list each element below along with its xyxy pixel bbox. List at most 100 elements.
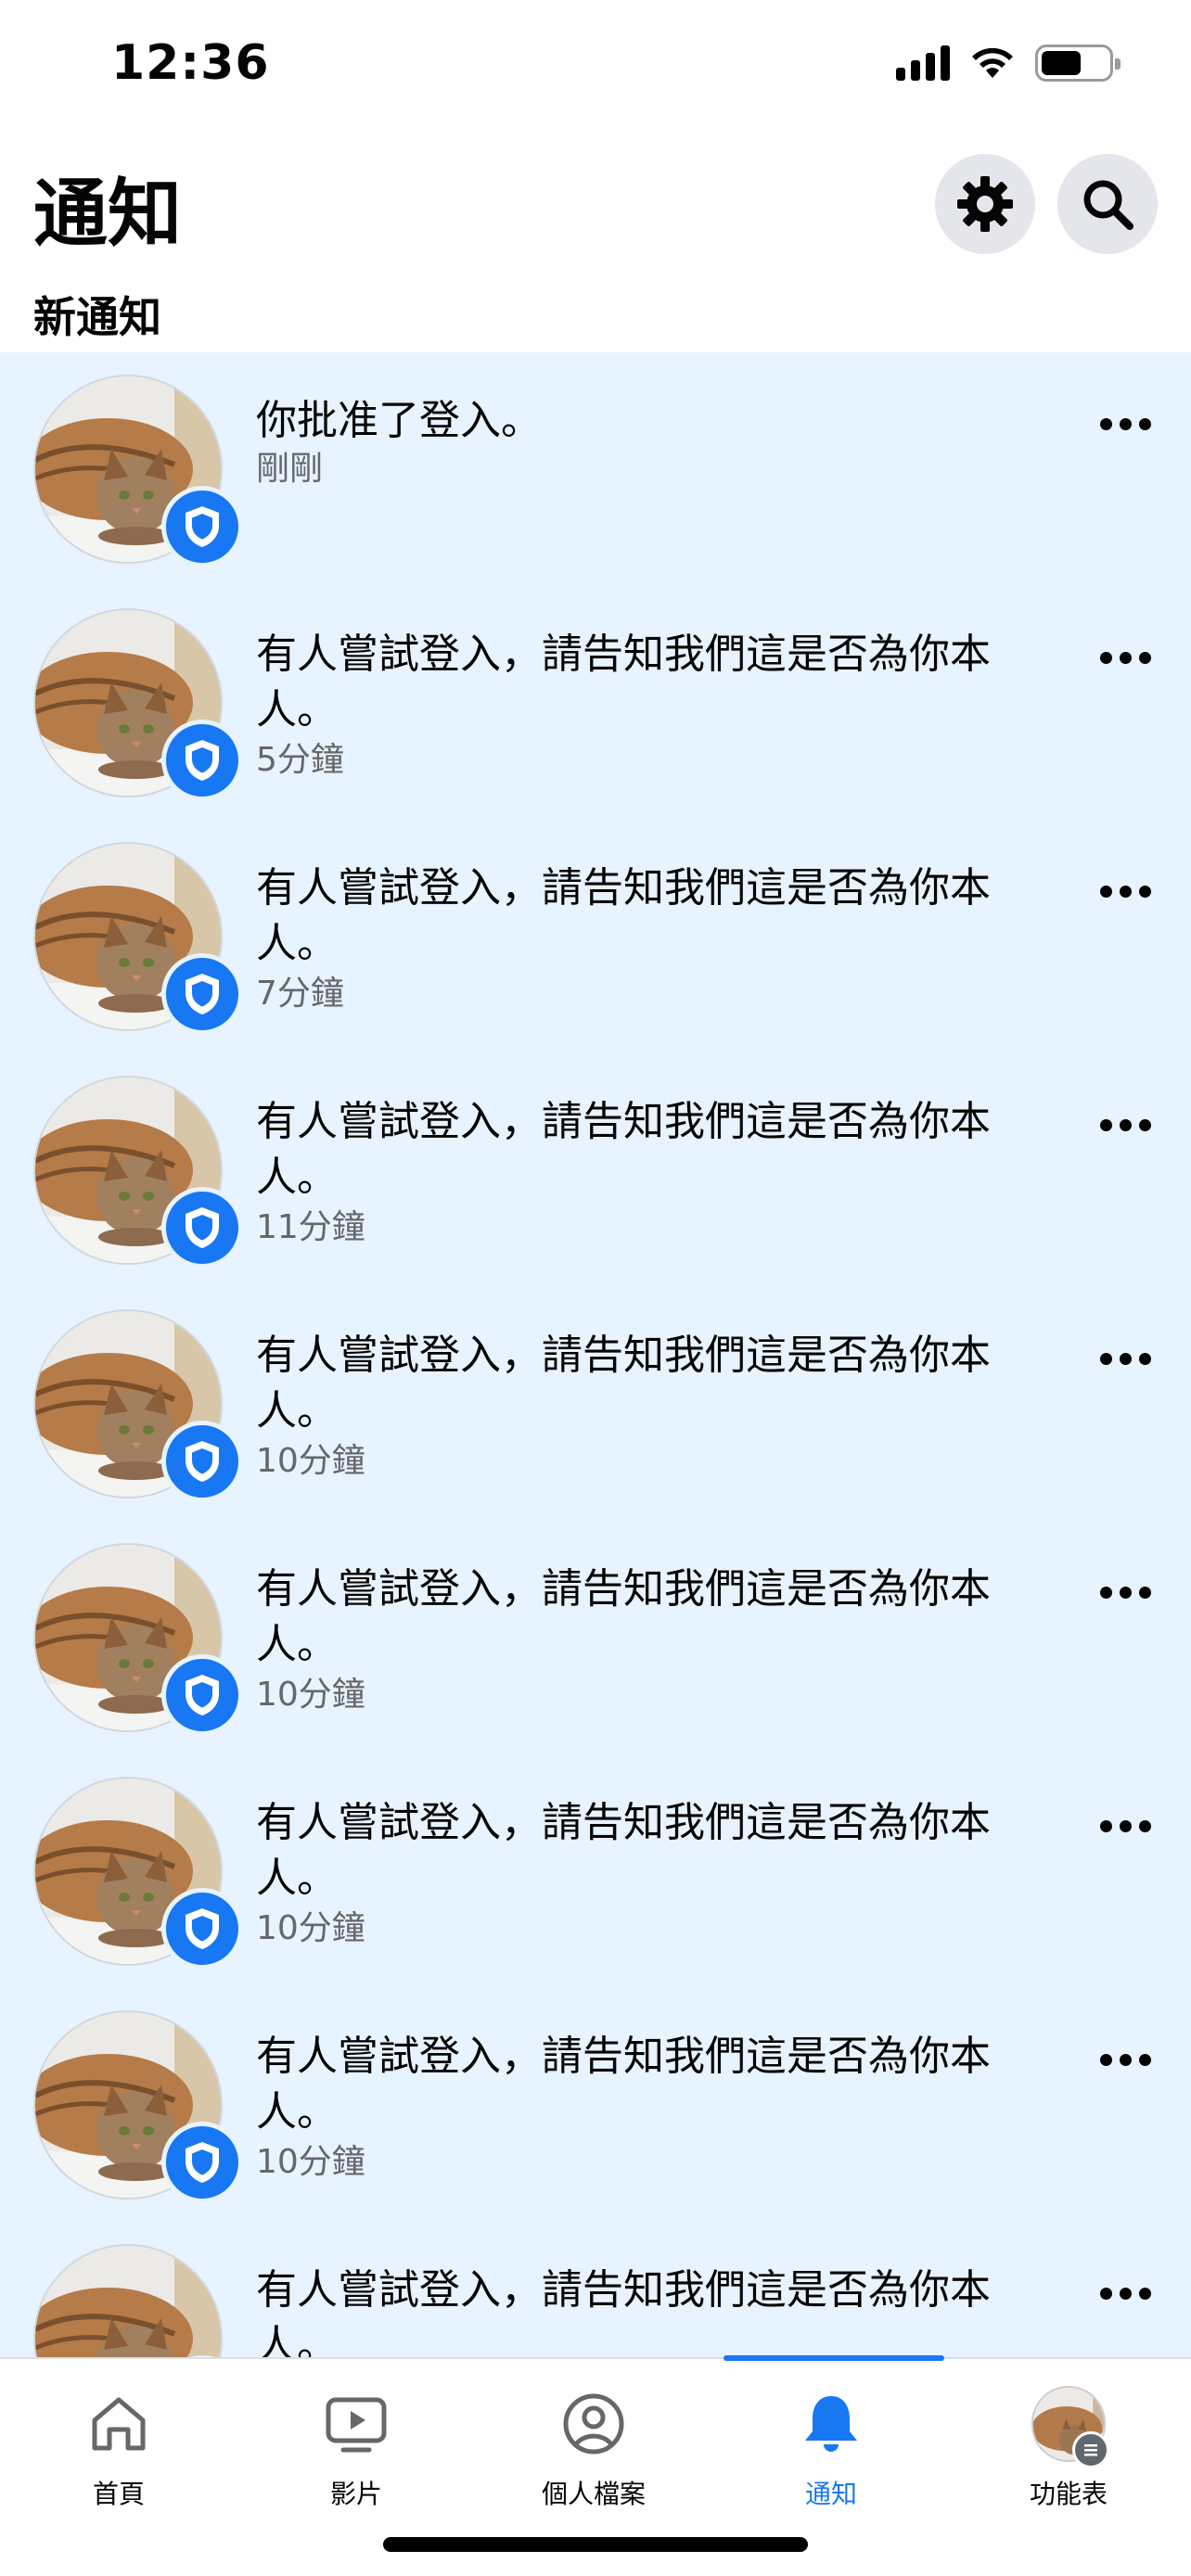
- more-dot: [1138, 1118, 1151, 1131]
- battery-icon: [1035, 45, 1121, 82]
- more-dot: [1099, 1352, 1112, 1365]
- notification-text: 有人嘗試登入，請告知我們這是否為你本人。: [256, 1799, 991, 1902]
- notification-item[interactable]: 有人嘗試登入，請告知我們這是否為你本人。 5分鐘: [0, 586, 1191, 820]
- page-title: 通知: [33, 171, 182, 257]
- more-options-button[interactable]: [1083, 1335, 1167, 1382]
- more-dot: [1119, 417, 1132, 430]
- notification-avatar-wrap: [33, 2244, 243, 2357]
- notification-item[interactable]: 有人嘗試登入，請告知我們這是否為你本人。 10分鐘: [0, 1521, 1191, 1754]
- more-dot: [1099, 1586, 1112, 1599]
- notification-list[interactable]: 你批准了登入。 剛剛 有人嘗試登入，請告知我們這是否為你本人。 5分鐘 有人嘗試…: [0, 352, 1191, 2357]
- notification-text: 有人嘗試登入，請告知我們這是否為你本人。: [256, 631, 991, 733]
- security-badge: [161, 1421, 243, 1502]
- notification-item[interactable]: 有人嘗試登入，請告知我們這是否為你本人。: [0, 2222, 1191, 2357]
- tab-video[interactable]: 影片: [237, 2359, 475, 2544]
- notification-avatar-wrap: [33, 375, 243, 567]
- tab-profile[interactable]: 個人檔案: [475, 2359, 712, 2544]
- tab-notifications[interactable]: 通知: [712, 2359, 950, 2544]
- more-options-button[interactable]: [1083, 2036, 1167, 2083]
- more-dot: [1099, 1118, 1112, 1131]
- notification-avatar-wrap: [33, 842, 243, 1035]
- tab-menu[interactable]: 功能表: [950, 2359, 1187, 2544]
- more-dot: [1138, 1586, 1151, 1599]
- status-icons: [896, 45, 1121, 82]
- shield-icon: [182, 1906, 223, 1952]
- notification-item[interactable]: 有人嘗試登入，請告知我們這是否為你本人。 7分鐘: [0, 820, 1191, 1053]
- tab-menu-label: 功能表: [1029, 2479, 1108, 2509]
- notification-item[interactable]: 你批准了登入。 剛剛: [0, 352, 1191, 586]
- bell-icon: [794, 2387, 868, 2461]
- notification-avatar-wrap: [33, 2010, 243, 2203]
- more-dot: [1138, 885, 1151, 898]
- tab-video-label: 影片: [329, 2479, 382, 2509]
- more-options-button[interactable]: [1083, 634, 1167, 681]
- security-badge: [161, 1654, 243, 1736]
- more-options-button[interactable]: [1083, 1803, 1167, 1849]
- more-dot: [1119, 1118, 1132, 1131]
- tab-home-label: 首頁: [92, 2479, 145, 2509]
- more-dot: [1138, 1819, 1151, 1832]
- more-options-button[interactable]: [1083, 401, 1167, 447]
- notification-item[interactable]: 有人嘗試登入，請告知我們這是否為你本人。 10分鐘: [0, 1287, 1191, 1521]
- notification-text: 有人嘗試登入，請告知我們這是否為你本人。: [256, 2266, 991, 2357]
- notification-item[interactable]: 有人嘗試登入，請告知我們這是否為你本人。 10分鐘: [0, 1988, 1191, 2222]
- more-options-button[interactable]: [1083, 868, 1167, 914]
- security-badge: [161, 1888, 243, 1970]
- tab-notifications-label: 通知: [804, 2479, 857, 2509]
- notification-text: 有人嘗試登入，請告知我們這是否為你本人。: [256, 864, 991, 967]
- notification-text: 有人嘗試登入，請告知我們這是否為你本人。: [256, 1332, 991, 1435]
- shield-icon: [182, 1205, 223, 1251]
- notification-time: 10分鐘: [256, 1676, 365, 1714]
- more-dot: [1119, 2053, 1132, 2066]
- notification-text: 有人嘗試登入，請告知我們這是否為你本人。: [256, 1565, 991, 1668]
- more-dot: [1138, 2053, 1151, 2066]
- shield-icon: [182, 1438, 223, 1485]
- more-dot: [1138, 2287, 1151, 2300]
- notification-avatar-wrap: [33, 608, 243, 801]
- notification-time: 剛剛: [256, 450, 324, 488]
- status-bar: 12:36: [0, 0, 1191, 130]
- shield-icon: [182, 737, 223, 784]
- settings-button[interactable]: [935, 154, 1035, 254]
- shield-icon: [182, 971, 223, 1017]
- notification-avatar-wrap: [33, 1543, 243, 1736]
- section-title-new: 新通知: [33, 292, 161, 342]
- more-dot: [1119, 1586, 1132, 1599]
- more-options-button[interactable]: [1083, 1569, 1167, 1615]
- cellular-signal-icon: [896, 45, 950, 81]
- notification-avatar-wrap: [33, 1777, 243, 1970]
- avatar: [33, 2244, 223, 2357]
- gear-icon: [957, 176, 1013, 232]
- security-badge: [161, 486, 243, 567]
- notification-text: 你批准了登入。: [256, 397, 542, 444]
- notification-time: 11分鐘: [256, 1208, 365, 1246]
- more-dot: [1099, 2053, 1112, 2066]
- wifi-icon: [972, 47, 1013, 78]
- notification-time: 10分鐘: [256, 1909, 365, 1947]
- more-dot: [1119, 1819, 1132, 1832]
- notification-time: 10分鐘: [256, 2143, 365, 2181]
- shield-icon: [182, 1672, 223, 1718]
- shield-icon: [182, 2139, 223, 2186]
- tab-home[interactable]: 首頁: [0, 2359, 237, 2544]
- more-dot: [1119, 885, 1132, 898]
- status-time: 12:36: [111, 35, 270, 91]
- notification-avatar-wrap: [33, 1309, 243, 1502]
- notification-time: 10分鐘: [256, 1442, 365, 1480]
- notification-item[interactable]: 有人嘗試登入，請告知我們這是否為你本人。 11分鐘: [0, 1053, 1191, 1287]
- security-badge: [161, 1187, 243, 1269]
- security-badge: [161, 720, 243, 801]
- search-button[interactable]: [1057, 154, 1158, 254]
- more-dot: [1138, 417, 1151, 430]
- home-icon: [82, 2387, 156, 2461]
- notification-avatar-wrap: [33, 1076, 243, 1269]
- home-indicator: [383, 2537, 808, 2552]
- more-dot: [1138, 651, 1151, 664]
- more-options-button[interactable]: [1083, 2270, 1167, 2316]
- more-dot: [1099, 885, 1112, 898]
- more-dot: [1119, 1352, 1132, 1365]
- more-options-button[interactable]: [1083, 1102, 1167, 1148]
- more-dot: [1099, 2287, 1112, 2300]
- notification-time: 7分鐘: [256, 975, 344, 1013]
- notification-item[interactable]: 有人嘗試登入，請告知我們這是否為你本人。 10分鐘: [0, 1754, 1191, 1988]
